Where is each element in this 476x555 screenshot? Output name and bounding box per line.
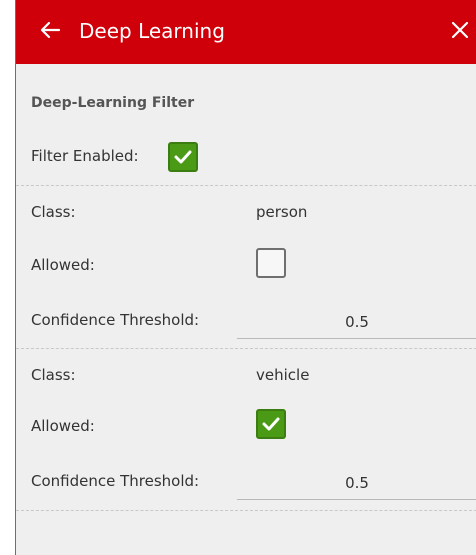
background-strip: [0, 0, 15, 555]
arrow-left-icon[interactable]: [39, 19, 61, 41]
allowed-label: Allowed:: [31, 417, 95, 435]
divider: [16, 510, 476, 511]
class-label: Class:: [31, 366, 76, 384]
panel-header: Deep Learning: [16, 0, 476, 64]
section-title: Deep-Learning Filter: [31, 95, 195, 111]
class-value-vehicle: vehicle: [256, 366, 310, 384]
deep-learning-panel: Deep Learning Deep-Learning Filter Filte…: [15, 0, 476, 555]
divider: [16, 348, 476, 349]
confidence-threshold-input-person[interactable]: [237, 306, 476, 339]
confidence-threshold-label: Confidence Threshold:: [31, 472, 200, 490]
confidence-threshold-input-vehicle[interactable]: [237, 467, 476, 500]
divider: [16, 185, 476, 186]
filter-enabled-checkbox[interactable]: [168, 142, 198, 172]
allowed-label: Allowed:: [31, 256, 95, 274]
class-value-person: person: [256, 203, 308, 221]
checkmark-icon: [174, 150, 192, 164]
allowed-checkbox-vehicle[interactable]: [256, 409, 286, 439]
filter-enabled-label: Filter Enabled:: [31, 147, 139, 165]
checkmark-icon: [262, 417, 280, 431]
close-icon[interactable]: [451, 21, 469, 39]
confidence-threshold-label: Confidence Threshold:: [31, 311, 200, 329]
panel-title: Deep Learning: [79, 19, 225, 43]
class-label: Class:: [31, 203, 76, 221]
allowed-checkbox-person[interactable]: [256, 248, 286, 278]
